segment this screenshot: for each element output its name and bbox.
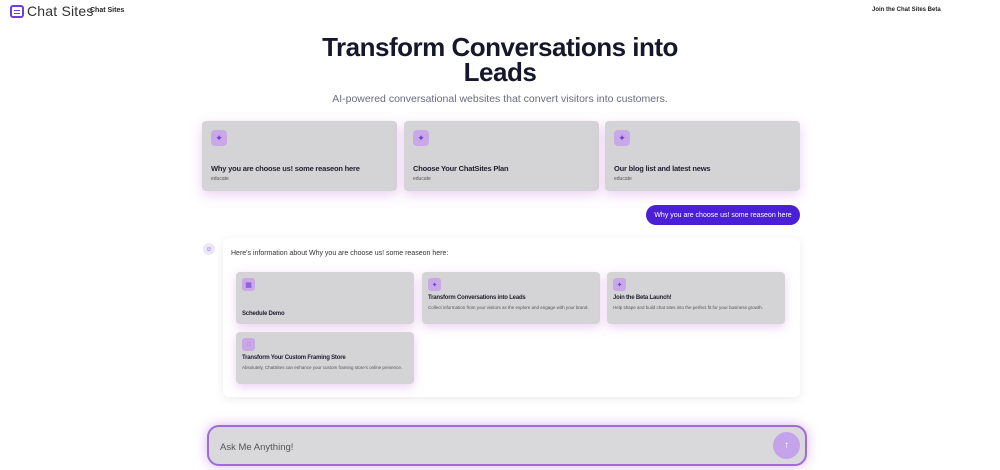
user-message-bubble: Why you are choose us! some reaseon here (646, 205, 800, 225)
chat-input-container: ↑ (207, 425, 807, 466)
suggestion-title: Our blog list and latest news (614, 164, 711, 173)
hero-title-line2: Leads (463, 57, 537, 87)
answer-card-description: Absolutely, ChatSites can enhance your c… (242, 365, 403, 370)
answer-card-framing-store[interactable]: ◌ Transform Your Custom Framing Store Ab… (236, 332, 414, 384)
sparkle-icon: ✦ (428, 278, 441, 291)
hero-title: Transform Conversations into Leads (300, 34, 700, 87)
hero-subtitle: AI-powered conversational websites that … (332, 93, 668, 105)
chat-logo-icon (10, 4, 24, 18)
logo-text: Chat Sites (27, 3, 94, 19)
suggestion-tag: educate (211, 176, 229, 182)
message-icon: ◌ (242, 338, 255, 351)
answer-card-description: Help shape and build chat sites into the… (613, 305, 763, 310)
suggestion-card[interactable]: ✦ Our blog list and latest news educate (605, 121, 800, 191)
assistant-intro-text: Here's information about Why you are cho… (231, 250, 449, 257)
nav-chat-sites[interactable]: Chat Sites (90, 7, 124, 14)
suggestion-tag: educate (614, 176, 632, 182)
join-beta-link[interactable]: Join the Chat Sites Beta (872, 7, 941, 13)
answer-card-schedule-demo[interactable]: ▦ Schedule Demo (236, 272, 414, 324)
suggestion-card[interactable]: ✦ Choose Your ChatSites Plan educate (404, 121, 599, 191)
answer-card-title: Transform Conversations into Leads (428, 295, 526, 301)
sparkle-icon: ✦ (614, 130, 630, 146)
suggestion-title: Choose Your ChatSites Plan (413, 164, 509, 173)
answer-card-transform-leads[interactable]: ✦ Transform Conversations into Leads Col… (422, 272, 600, 324)
answer-card-title: Schedule Demo (242, 311, 285, 317)
suggestion-card[interactable]: ✦ Why you are choose us! some reaseon he… (202, 121, 397, 191)
answer-card-join-beta[interactable]: ✦ Join the Beta Launch! Help shape and b… (607, 272, 785, 324)
answer-card-title: Join the Beta Launch! (613, 295, 672, 301)
sparkle-icon: ✦ (413, 130, 429, 146)
suggestion-title: Why you are choose us! some reaseon here (211, 164, 360, 173)
answer-card-title: Transform Your Custom Framing Store (242, 355, 346, 361)
calendar-icon: ▦ (242, 278, 255, 291)
logo[interactable]: Chat Sites (10, 3, 94, 19)
sparkle-icon: ✦ (613, 278, 626, 291)
send-button[interactable]: ↑ (773, 432, 800, 459)
bot-avatar-icon: ☺ (203, 243, 215, 255)
arrow-up-icon: ↑ (784, 440, 789, 451)
chat-sites-page: Chat Sites Chat Sites Join the Chat Site… (0, 0, 1000, 470)
sparkle-icon: ✦ (211, 130, 227, 146)
answer-card-description: Collect information from your visitors a… (428, 305, 589, 310)
chat-input[interactable] (220, 438, 740, 456)
suggestion-tag: educate (413, 176, 431, 182)
